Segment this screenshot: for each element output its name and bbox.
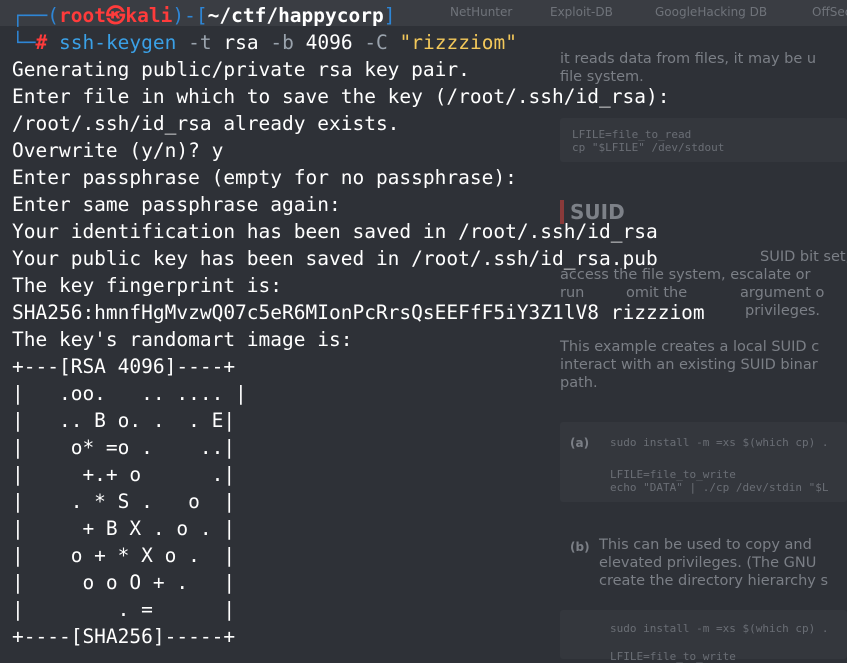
prompt-corner-bottom: └─ <box>12 31 36 54</box>
command-arg: rsa <box>223 31 259 54</box>
prompt-hash: # <box>35 31 48 54</box>
output-line: /root/.ssh/id_rsa already exists. <box>12 112 400 135</box>
output-line: Enter passphrase (empty for no passphras… <box>12 166 517 189</box>
fingerprint-line: SHA256:hmnfHgMvzwQ07c5eR6MIonPcRrsQsEEFf… <box>12 301 705 324</box>
command-flag: -t <box>188 31 212 54</box>
output-line: Enter same passphrase again: <box>12 193 341 216</box>
output-line: Enter file in which to save the key (/ro… <box>12 85 670 108</box>
command-flag: -b <box>270 31 294 54</box>
prompt-user-host: root㉿kali <box>58 4 173 27</box>
randomart-line: | +.+ o .| <box>12 463 236 486</box>
randomart-line: +---[RSA 4096]----+ <box>12 355 236 378</box>
command-string-arg: "rizzziom" <box>399 31 517 54</box>
output-line: Your identification has been saved in /r… <box>12 220 658 243</box>
prompt-corner: ┌──( <box>12 4 59 27</box>
randomart-line: | . = | <box>12 598 236 621</box>
terminal-window[interactable]: ┌──(root㉿kali)-[~/ctf/happycorp] └─# ssh… <box>0 0 847 659</box>
output-line: Overwrite (y/n)? y <box>12 139 224 162</box>
randomart-line: | + B X . o . | <box>12 517 236 540</box>
output-line: The key fingerprint is: <box>12 274 283 297</box>
command-program: ssh-keygen <box>58 31 177 54</box>
randomart-line: | .oo. .. .... | <box>12 382 247 405</box>
prompt-cwd: ~/ctf/happycorp <box>207 4 384 27</box>
prompt-line-1: ┌──(root㉿kali)-[~/ctf/happycorp] <box>12 2 395 29</box>
command-line: └─# ssh-keygen -t rsa -b 4096 -C "rizzzi… <box>12 29 517 56</box>
prompt-bracket-end: ] <box>383 4 396 27</box>
randomart-line: | o o O + . | <box>12 571 236 594</box>
randomart-line: +----[SHA256]-----+ <box>12 625 236 648</box>
output-line: Your public key has been saved in /root/… <box>12 247 658 270</box>
command-arg: 4096 <box>305 31 353 54</box>
randomart-line: | o* =o . ..| <box>12 436 236 459</box>
prompt-separator: )-[ <box>172 4 208 27</box>
output-line: The key's randomart image is: <box>12 328 353 351</box>
randomart-line: | .. B o. . . E| <box>12 409 236 432</box>
command-flag: -C <box>364 31 388 54</box>
randomart-line: | o + * X o . | <box>12 544 236 567</box>
randomart-line: | . * S . o | <box>12 490 236 513</box>
output-line: Generating public/private rsa key pair. <box>12 58 470 81</box>
